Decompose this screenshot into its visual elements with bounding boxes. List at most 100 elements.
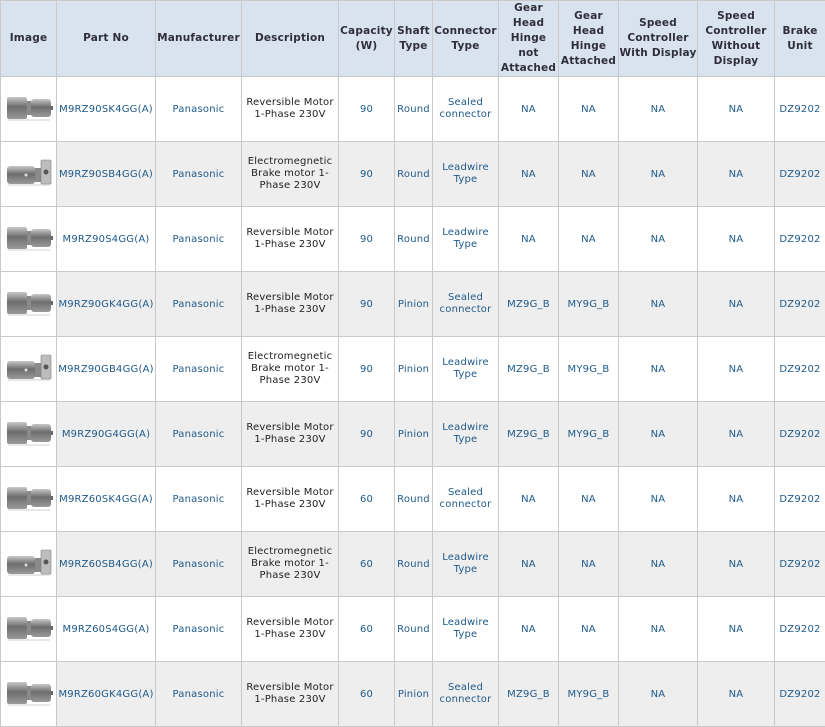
- speed-controller-no-display-link[interactable]: NA: [698, 662, 775, 727]
- brake-unit-link[interactable]: DZ9202: [775, 467, 825, 532]
- manufacturer-link[interactable]: Panasonic: [156, 662, 242, 727]
- brake-unit-link[interactable]: DZ9202: [775, 337, 825, 402]
- header-connector-type[interactable]: Connector Type: [433, 1, 499, 77]
- speed-controller-no-display-link[interactable]: NA: [698, 467, 775, 532]
- brake-unit-link[interactable]: DZ9202: [775, 662, 825, 727]
- speed-controller-display-link[interactable]: NA: [619, 662, 698, 727]
- gear-head-attached-link[interactable]: NA: [559, 597, 619, 662]
- gear-head-attached-link[interactable]: NA: [559, 467, 619, 532]
- manufacturer-link[interactable]: Panasonic: [156, 207, 242, 272]
- speed-controller-display-link[interactable]: NA: [619, 467, 698, 532]
- header-description[interactable]: Description: [242, 1, 339, 77]
- brake-unit-link[interactable]: DZ9202: [775, 597, 825, 662]
- header-shaft-type[interactable]: Shaft Type: [395, 1, 433, 77]
- part-no-link[interactable]: M9RZ90GB4GG(A): [57, 337, 156, 402]
- speed-controller-display-link[interactable]: NA: [619, 272, 698, 337]
- product-image-cell[interactable]: [1, 402, 57, 467]
- gear-head-not-attached-link[interactable]: NA: [499, 597, 559, 662]
- manufacturer-link[interactable]: Panasonic: [156, 597, 242, 662]
- part-no-link[interactable]: M9RZ60SK4GG(A): [57, 467, 156, 532]
- brake-unit-link[interactable]: DZ9202: [775, 272, 825, 337]
- speed-controller-display-link[interactable]: NA: [619, 337, 698, 402]
- gear-head-attached-link[interactable]: MY9G_B: [559, 337, 619, 402]
- part-no-link[interactable]: M9RZ90G4GG(A): [57, 402, 156, 467]
- table-row: M9RZ90S4GG(A) Panasonic Reversible Motor…: [1, 207, 825, 272]
- header-capacity[interactable]: Capacity (W): [339, 1, 395, 77]
- gear-head-not-attached-link[interactable]: MZ9G_B: [499, 662, 559, 727]
- manufacturer-link[interactable]: Panasonic: [156, 77, 242, 142]
- speed-controller-display-link[interactable]: NA: [619, 77, 698, 142]
- header-brake-unit[interactable]: Brake Unit: [775, 1, 825, 77]
- gear-head-not-attached-link[interactable]: NA: [499, 142, 559, 207]
- manufacturer-link[interactable]: Panasonic: [156, 402, 242, 467]
- header-speed-controller-no-display[interactable]: Speed Controller Without Display: [698, 1, 775, 77]
- gear-head-not-attached-link[interactable]: MZ9G_B: [499, 402, 559, 467]
- header-manufacturer[interactable]: Manufacturer: [156, 1, 242, 77]
- brake-motor-icon: [1, 544, 56, 584]
- gear-head-not-attached-link[interactable]: MZ9G_B: [499, 337, 559, 402]
- product-image-cell[interactable]: [1, 337, 57, 402]
- speed-controller-display-link[interactable]: NA: [619, 142, 698, 207]
- header-image[interactable]: Image: [1, 1, 57, 77]
- speed-controller-no-display-link[interactable]: NA: [698, 337, 775, 402]
- product-image-cell[interactable]: [1, 467, 57, 532]
- brake-unit-link[interactable]: DZ9202: [775, 77, 825, 142]
- gear-head-attached-link[interactable]: MY9G_B: [559, 662, 619, 727]
- brake-unit-link[interactable]: DZ9202: [775, 207, 825, 272]
- speed-controller-no-display-link[interactable]: NA: [698, 402, 775, 467]
- product-image-cell[interactable]: [1, 532, 57, 597]
- capacity-cell: 90: [339, 272, 395, 337]
- gear-head-attached-link[interactable]: NA: [559, 207, 619, 272]
- part-no-link[interactable]: M9RZ60GK4GG(A): [57, 662, 156, 727]
- brake-motor-icon: [1, 349, 56, 389]
- part-no-link[interactable]: M9RZ60S4GG(A): [57, 597, 156, 662]
- speed-controller-no-display-link[interactable]: NA: [698, 77, 775, 142]
- product-image-cell[interactable]: [1, 272, 57, 337]
- product-image-cell[interactable]: [1, 662, 57, 727]
- part-no-link[interactable]: M9RZ60SB4GG(A): [57, 532, 156, 597]
- shaft-type-cell: Round: [395, 467, 433, 532]
- speed-controller-no-display-link[interactable]: NA: [698, 532, 775, 597]
- gear-head-attached-link[interactable]: MY9G_B: [559, 272, 619, 337]
- speed-controller-no-display-link[interactable]: NA: [698, 597, 775, 662]
- speed-controller-no-display-link[interactable]: NA: [698, 207, 775, 272]
- manufacturer-link[interactable]: Panasonic: [156, 532, 242, 597]
- header-part-no[interactable]: Part No: [57, 1, 156, 77]
- manufacturer-link[interactable]: Panasonic: [156, 142, 242, 207]
- speed-controller-display-link[interactable]: NA: [619, 207, 698, 272]
- brake-unit-link[interactable]: DZ9202: [775, 532, 825, 597]
- part-no-link[interactable]: M9RZ90GK4GG(A): [57, 272, 156, 337]
- speed-controller-display-link[interactable]: NA: [619, 402, 698, 467]
- part-no-link[interactable]: M9RZ90SB4GG(A): [57, 142, 156, 207]
- gear-head-attached-link[interactable]: NA: [559, 142, 619, 207]
- part-no-link[interactable]: M9RZ90SK4GG(A): [57, 77, 156, 142]
- gear-head-not-attached-link[interactable]: NA: [499, 532, 559, 597]
- description-cell: Reversible Motor 1-Phase 230V: [242, 207, 339, 272]
- header-gear-head-attached[interactable]: Gear Head Hinge Attached: [559, 1, 619, 77]
- gear-head-attached-link[interactable]: NA: [559, 77, 619, 142]
- manufacturer-link[interactable]: Panasonic: [156, 272, 242, 337]
- gear-head-not-attached-link[interactable]: NA: [499, 77, 559, 142]
- connector-type-cell: Leadwire Type: [433, 532, 499, 597]
- speed-controller-display-link[interactable]: NA: [619, 597, 698, 662]
- manufacturer-link[interactable]: Panasonic: [156, 467, 242, 532]
- manufacturer-link[interactable]: Panasonic: [156, 337, 242, 402]
- product-image-cell[interactable]: [1, 207, 57, 272]
- speed-controller-display-link[interactable]: NA: [619, 532, 698, 597]
- gear-head-not-attached-link[interactable]: NA: [499, 207, 559, 272]
- gear-head-attached-link[interactable]: MY9G_B: [559, 402, 619, 467]
- part-no-link[interactable]: M9RZ90S4GG(A): [57, 207, 156, 272]
- description-cell: Reversible Motor 1-Phase 230V: [242, 467, 339, 532]
- product-image-cell[interactable]: [1, 77, 57, 142]
- gear-head-not-attached-link[interactable]: NA: [499, 467, 559, 532]
- brake-unit-link[interactable]: DZ9202: [775, 142, 825, 207]
- product-image-cell[interactable]: [1, 597, 57, 662]
- brake-unit-link[interactable]: DZ9202: [775, 402, 825, 467]
- gear-head-not-attached-link[interactable]: MZ9G_B: [499, 272, 559, 337]
- header-gear-head-not-attached[interactable]: Gear Head Hinge not Attached: [499, 1, 559, 77]
- product-image-cell[interactable]: [1, 142, 57, 207]
- speed-controller-no-display-link[interactable]: NA: [698, 272, 775, 337]
- speed-controller-no-display-link[interactable]: NA: [698, 142, 775, 207]
- gear-head-attached-link[interactable]: NA: [559, 532, 619, 597]
- header-speed-controller-display[interactable]: Speed Controller With Display: [619, 1, 698, 77]
